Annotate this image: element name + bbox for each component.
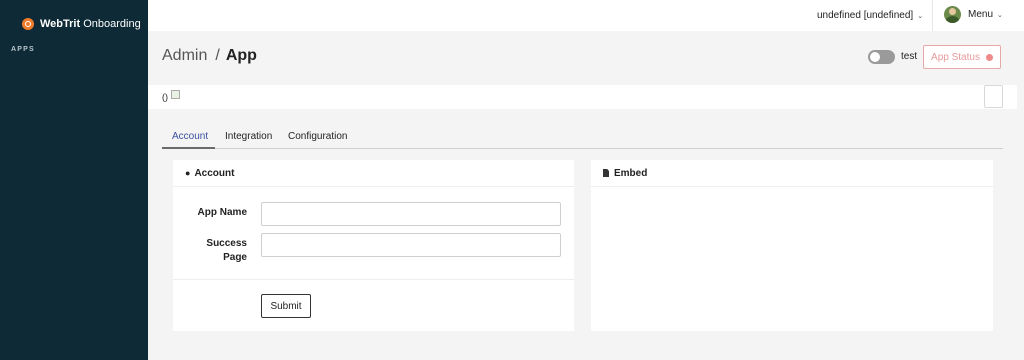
account-card-title: Account bbox=[194, 167, 235, 179]
sidebar: WebTrit Onboarding APPS bbox=[0, 0, 148, 360]
breadcrumb-admin-link[interactable]: Admin bbox=[162, 47, 207, 64]
apps-section-label: APPS bbox=[11, 46, 35, 53]
user-circle-icon: ● bbox=[185, 168, 191, 178]
app-name-input[interactable] bbox=[261, 202, 561, 226]
app-status-button[interactable]: App Status bbox=[923, 45, 1001, 69]
user-select-dropdown[interactable]: undefined [undefined] ⌄ bbox=[817, 10, 923, 21]
tab-integration[interactable]: Integration bbox=[225, 131, 272, 142]
test-toggle-label: test bbox=[901, 51, 918, 62]
success-page-input[interactable] bbox=[261, 233, 561, 257]
submit-button[interactable]: Submit bbox=[261, 294, 311, 318]
avatar bbox=[944, 6, 961, 23]
menu-label: Menu bbox=[968, 9, 994, 20]
breadcrumb: Admin / App bbox=[162, 47, 257, 65]
app-info-bar: () bbox=[148, 85, 1017, 109]
top-bar: undefined [undefined] ⌄ Menu ⌄ bbox=[148, 0, 1024, 31]
status-dot-icon bbox=[985, 53, 993, 61]
topbar-divider bbox=[932, 0, 933, 31]
tab-account[interactable]: Account bbox=[172, 131, 208, 142]
test-mode-toggle[interactable] bbox=[868, 50, 895, 64]
page-title: App bbox=[225, 47, 257, 64]
embed-card-title: Embed bbox=[614, 167, 648, 179]
brand[interactable]: WebTrit Onboarding bbox=[0, 0, 148, 32]
breadcrumb-separator: / bbox=[215, 47, 220, 64]
webtrit-logo-icon bbox=[22, 17, 34, 30]
brand-title: WebTrit Onboarding bbox=[40, 17, 141, 30]
active-tab-indicator bbox=[162, 147, 215, 149]
user-menu-button[interactable]: Menu ⌄ bbox=[944, 6, 1003, 23]
app-status-label: App Status bbox=[931, 51, 980, 63]
broken-image-icon bbox=[171, 90, 180, 99]
account-card: ● Account App Name Success Page Submit bbox=[173, 160, 574, 331]
chevron-down-icon: ⌄ bbox=[997, 11, 1003, 19]
document-icon bbox=[603, 169, 609, 177]
success-page-label: Success Page bbox=[206, 238, 247, 263]
embed-card-header: Embed bbox=[591, 160, 993, 187]
tab-bar: Account Integration Configuration bbox=[162, 126, 1003, 149]
chevron-down-icon: ⌄ bbox=[917, 12, 924, 20]
user-select-label: undefined [undefined] bbox=[817, 10, 914, 21]
card-divider bbox=[173, 279, 574, 280]
app-info-text: () bbox=[162, 92, 168, 102]
embed-card: Embed bbox=[591, 160, 993, 331]
tab-configuration[interactable]: Configuration bbox=[288, 131, 347, 142]
info-action-button[interactable] bbox=[984, 85, 1003, 108]
account-card-header: ● Account bbox=[173, 160, 574, 187]
app-name-label: App Name bbox=[197, 207, 247, 218]
